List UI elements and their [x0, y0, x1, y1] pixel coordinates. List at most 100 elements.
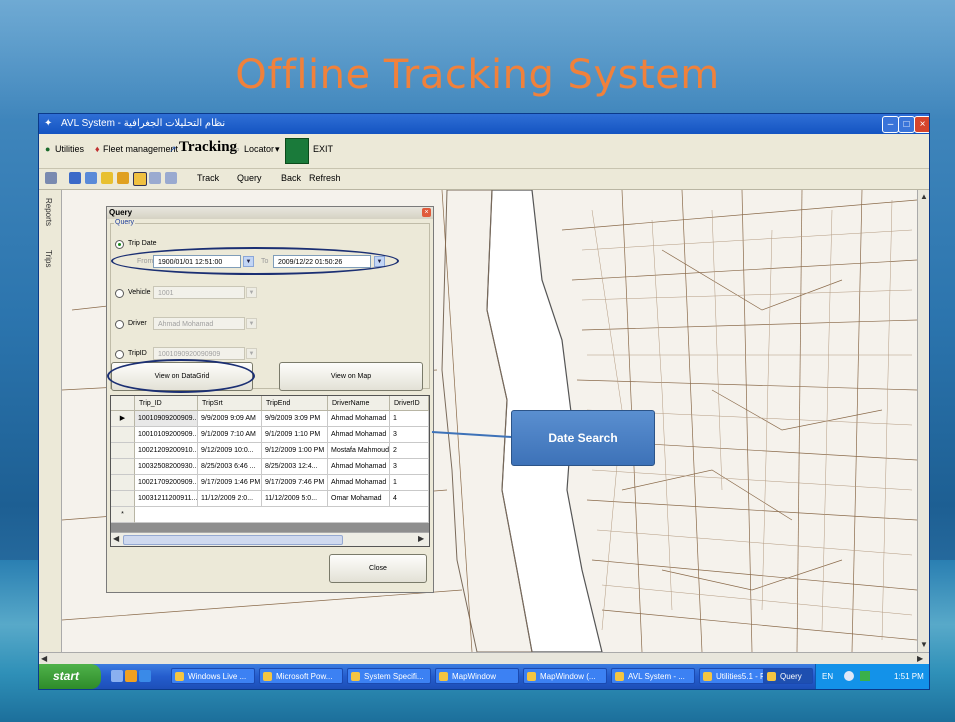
scroll-up-icon[interactable]: ▲ [920, 192, 928, 201]
quicklaunch-firefox-icon[interactable] [125, 670, 137, 682]
scroll-right-icon[interactable]: ▶ [917, 654, 923, 663]
table-cell[interactable]: 9/9/2009 3:09 PM [262, 411, 328, 427]
exit-icon[interactable] [285, 138, 309, 164]
table-cell[interactable]: 3 [390, 459, 429, 475]
toolbar-track[interactable]: Track [197, 173, 219, 183]
start-button[interactable]: start [39, 664, 101, 689]
driver-dropdown[interactable]: ▼ [246, 318, 257, 329]
pan-icon[interactable] [69, 172, 81, 184]
close-button[interactable]: Close [329, 554, 427, 583]
task-mapwindow[interactable]: MapWindow [435, 668, 519, 684]
row-selector-current[interactable]: ▶ [111, 411, 135, 427]
task-mapwindow-2[interactable]: MapWindow (... [523, 668, 607, 684]
row-selector[interactable] [111, 443, 135, 459]
language-indicator[interactable]: EN [822, 672, 833, 681]
toolbar-back[interactable]: Back [281, 173, 301, 183]
col-tripsrt[interactable]: TripSrt [198, 396, 262, 411]
tripid-dropdown[interactable]: ▼ [246, 348, 257, 359]
col-drivername[interactable]: DriverName [328, 396, 390, 411]
tab-reports[interactable]: Reports [44, 198, 53, 226]
col-trip-id[interactable]: Trip_ID [135, 396, 198, 411]
table-cell[interactable]: 11/12/2009 5:0... [262, 491, 328, 507]
table-cell[interactable]: Mostafa Mahmoud [328, 443, 390, 459]
tab-trips[interactable]: Trips [44, 250, 53, 267]
table-cell[interactable]: Ahmad Mohamad [328, 475, 390, 491]
task-windows-live[interactable]: Windows Live ... [171, 668, 255, 684]
vertical-scrollbar[interactable]: ▲ ▼ [917, 190, 929, 652]
table-cell[interactable]: 10010909200909... [135, 411, 198, 427]
view-on-map-button[interactable]: View on Map [279, 362, 423, 391]
table-cell[interactable]: 9/17/2009 7:46 PM [262, 475, 328, 491]
menu-fleet-management[interactable]: Fleet management [103, 144, 178, 154]
table-cell[interactable]: 11/12/2009 2:0... [198, 491, 262, 507]
table-cell[interactable]: 10031211200911... [135, 491, 198, 507]
quicklaunch-ie-icon[interactable] [139, 670, 151, 682]
help-pointer-icon[interactable] [117, 172, 129, 184]
zoom-out-icon[interactable] [149, 172, 161, 184]
vehicle-dropdown[interactable]: ▼ [246, 287, 257, 298]
table-cell[interactable]: 4 [390, 491, 429, 507]
tripid-radio[interactable] [115, 350, 124, 359]
row-selector[interactable] [111, 475, 135, 491]
col-tripend[interactable]: TripEnd [262, 396, 328, 411]
identify-icon[interactable] [85, 172, 97, 184]
task-query[interactable]: Query [763, 668, 813, 684]
table-cell[interactable]: 9/1/2009 1:10 PM [262, 427, 328, 443]
table-cell[interactable]: 1 [390, 475, 429, 491]
zoom-in-icon[interactable] [133, 172, 147, 186]
table-cell[interactable]: 1 [390, 411, 429, 427]
row-selector[interactable] [111, 459, 135, 475]
task-system-spec[interactable]: System Specifi... [347, 668, 431, 684]
table-cell[interactable]: 10032508200930... [135, 459, 198, 475]
task-avl-system[interactable]: AVL System - ... [611, 668, 695, 684]
toolbar-refresh[interactable]: Refresh [309, 173, 341, 183]
table-cell[interactable]: 10021709200909... [135, 475, 198, 491]
trip-date-radio[interactable] [115, 240, 124, 249]
tripid-select[interactable]: 1001090920090909 [153, 347, 245, 360]
table-cell[interactable]: Omar Mohamad [328, 491, 390, 507]
new-row[interactable] [135, 507, 429, 523]
table-cell[interactable]: Ahmad Mohamad [328, 459, 390, 475]
table-cell[interactable]: Ahmad Mohamad [328, 427, 390, 443]
driver-radio[interactable] [115, 320, 124, 329]
close-window-button[interactable]: × [914, 116, 929, 133]
help-icon[interactable] [101, 172, 113, 184]
menu-tracking[interactable]: Tracking [179, 139, 237, 156]
maximize-button[interactable]: □ [898, 116, 915, 133]
toolbar-query[interactable]: Query [237, 173, 262, 183]
table-cell[interactable]: 10021209200910... [135, 443, 198, 459]
results-grid[interactable]: Trip_ID TripSrt TripEnd DriverName Drive… [110, 395, 430, 547]
scroll-thumb[interactable] [123, 535, 343, 545]
col-driverid[interactable]: DriverID [390, 396, 429, 411]
menu-exit[interactable]: EXIT [313, 144, 333, 154]
scroll-left-icon[interactable]: ◀ [113, 534, 119, 543]
row-selector[interactable] [111, 491, 135, 507]
table-cell[interactable]: 9/12/2009 10:0... [198, 443, 262, 459]
scroll-right-icon[interactable]: ▶ [418, 534, 424, 543]
table-cell[interactable]: 9/17/2009 1:46 PM [198, 475, 262, 491]
scroll-left-icon[interactable]: ◀ [41, 654, 47, 663]
table-cell[interactable]: 8/25/2003 12:4... [262, 459, 328, 475]
chevron-down-icon[interactable]: ▾ [275, 144, 280, 155]
network-icon[interactable] [844, 671, 854, 681]
vehicle-select[interactable]: 1001 [153, 286, 245, 299]
table-cell[interactable]: 9/12/2009 1:00 PM [262, 443, 328, 459]
security-icon[interactable] [860, 671, 870, 681]
new-row-selector[interactable]: * [111, 507, 135, 523]
vehicle-radio[interactable] [115, 289, 124, 298]
menu-locator[interactable]: Locator [244, 144, 274, 154]
driver-select[interactable]: Ahmad Mohamad [153, 317, 245, 330]
table-cell[interactable]: 8/25/2003 6:46 ... [198, 459, 262, 475]
zoom-menu-icon[interactable] [165, 172, 177, 184]
print-icon[interactable] [45, 172, 57, 184]
table-cell[interactable]: 2 [390, 443, 429, 459]
task-powerpoint[interactable]: Microsoft Pow... [259, 668, 343, 684]
table-cell[interactable]: 9/1/2009 7:10 AM [198, 427, 262, 443]
quicklaunch-desktop-icon[interactable] [111, 670, 123, 682]
row-selector[interactable] [111, 427, 135, 443]
table-cell[interactable]: 10010109200909... [135, 427, 198, 443]
table-cell[interactable]: 9/9/2009 9:09 AM [198, 411, 262, 427]
dialog-close-icon[interactable]: × [422, 208, 431, 217]
grid-horizontal-scrollbar[interactable]: ◀ ▶ [111, 532, 429, 546]
table-cell[interactable]: 3 [390, 427, 429, 443]
